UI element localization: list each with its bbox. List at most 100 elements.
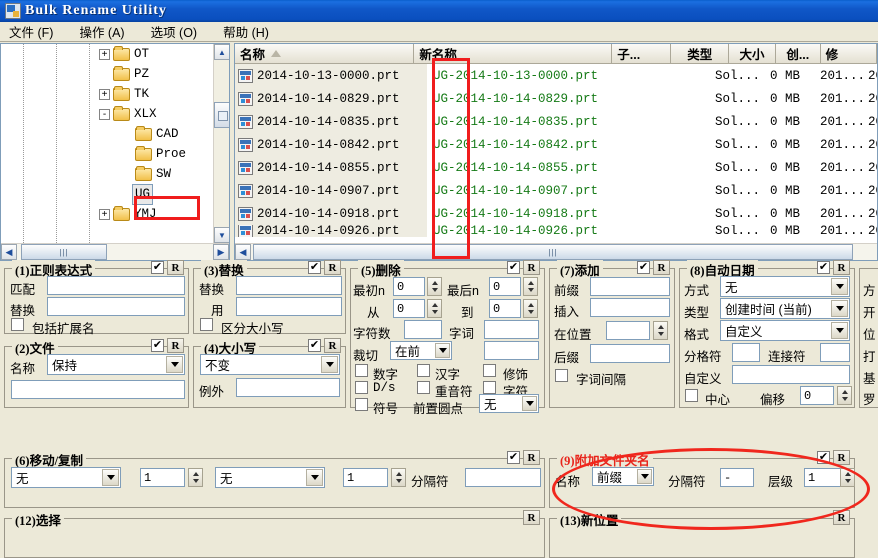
tree-item-ot[interactable]: + OT (1, 44, 213, 64)
symbols-checkbox[interactable] (355, 398, 368, 411)
table-row[interactable]: 2014-10-14-0829.prt UG-2014-10-14-0829.p… (235, 87, 877, 110)
scroll-left-icon[interactable]: ◀ (235, 244, 251, 260)
name-mode-select[interactable]: 保持 (47, 354, 185, 375)
panel-enable-checkbox[interactable]: ✔ (308, 339, 321, 352)
panel-enable-checkbox[interactable]: ✔ (507, 451, 520, 464)
scroll-track[interactable]: ||| (17, 244, 213, 260)
move-separator-input[interactable] (465, 468, 541, 487)
to-stepper[interactable] (523, 299, 538, 318)
panel-reset-button[interactable]: R (523, 450, 540, 465)
scroll-thumb[interactable] (214, 102, 229, 128)
hanzi-checkbox[interactable] (417, 364, 430, 377)
suffix-input[interactable] (590, 344, 670, 363)
table-row[interactable]: 2014-10-14-0918.prt UG-2014-10-14-0918.p… (235, 202, 877, 225)
panel-enable-checkbox[interactable]: ✔ (817, 451, 830, 464)
tree-item-ug[interactable]: UG (1, 183, 213, 205)
table-row[interactable]: 2014-10-14-0842.prt UG-2014-10-14-0842.p… (235, 133, 877, 156)
scroll-down-icon[interactable]: ▼ (214, 227, 229, 243)
panel-enable-checkbox[interactable]: ✔ (637, 261, 650, 274)
at-position-stepper[interactable] (653, 321, 668, 340)
panel-enable-checkbox[interactable]: ✔ (308, 261, 321, 274)
panel-reset-button[interactable]: R (523, 510, 540, 525)
scroll-up-icon[interactable]: ▲ (214, 44, 229, 60)
tree-expander-icon[interactable]: + (99, 208, 110, 220)
menu-item-actions[interactable]: 操作 (A) (76, 21, 127, 42)
scroll-thumb[interactable]: ||| (253, 244, 853, 260)
accents-checkbox[interactable] (417, 381, 430, 394)
date-sep-input[interactable] (732, 343, 760, 362)
match-case-checkbox[interactable] (200, 318, 213, 331)
chevron-down-icon[interactable] (522, 396, 537, 411)
chevron-down-icon[interactable] (321, 356, 338, 373)
with-input[interactable] (236, 297, 342, 316)
column-header-name[interactable]: 名称 (235, 44, 415, 63)
chevron-down-icon[interactable] (637, 469, 652, 484)
insert-input[interactable] (590, 298, 670, 317)
first-n-stepper[interactable] (427, 277, 442, 296)
column-header-sub[interactable]: 子... (612, 44, 672, 63)
scroll-right-icon[interactable]: ▶ (213, 244, 229, 260)
to-input[interactable]: 0 (489, 299, 521, 318)
chars-checkbox[interactable] (483, 381, 496, 394)
move-count1-stepper[interactable] (188, 468, 203, 487)
column-header-type[interactable]: 类型 (671, 44, 730, 63)
panel-reset-button[interactable]: R (653, 260, 670, 275)
crop-value-input[interactable] (484, 341, 539, 360)
scroll-thumb[interactable]: ||| (21, 244, 107, 260)
date-offset-input[interactable]: 0 (800, 386, 834, 405)
panel-reset-button[interactable]: R (167, 260, 184, 275)
tree-item-ymj[interactable]: + YMJ (1, 204, 213, 224)
tree-horizontal-scrollbar[interactable]: ◀ ||| ▶ (1, 243, 229, 260)
tree-item-proe[interactable]: Proe (1, 144, 213, 164)
date-mode-select[interactable]: 无 (720, 276, 850, 297)
word-spacing-checkbox[interactable] (555, 369, 568, 382)
tree-vertical-scrollbar[interactable]: ▲ ▼ (213, 44, 229, 243)
scroll-track[interactable]: ||| (251, 244, 877, 260)
tree-item-xlx[interactable]: - XLX (1, 104, 213, 124)
panel-reset-button[interactable]: R (324, 338, 341, 353)
tree-item-sw[interactable]: SW (1, 164, 213, 184)
file-list-horizontal-scrollbar[interactable]: ◀ ||| (235, 243, 877, 260)
words-input[interactable] (484, 320, 539, 339)
chars-input[interactable] (404, 320, 442, 339)
chevron-down-icon[interactable] (166, 356, 183, 373)
table-row[interactable]: 2014-10-14-0907.prt UG-2014-10-14-0907.p… (235, 179, 877, 202)
table-row[interactable]: 2014-10-13-0000.prt UG-2014-10-13-0000.p… (235, 64, 877, 87)
append-separator-input[interactable]: - (720, 468, 754, 487)
chevron-down-icon[interactable] (435, 343, 450, 358)
case-mode-select[interactable]: 不变 (200, 354, 340, 375)
move-count2-input[interactable]: 1 (343, 468, 388, 487)
date-offset-stepper[interactable] (837, 386, 852, 405)
panel-enable-checkbox[interactable]: ✔ (817, 261, 830, 274)
column-header-newname[interactable]: 新名称 (414, 44, 613, 63)
move-mode1-select[interactable]: 无 (11, 467, 121, 488)
last-n-input[interactable]: 0 (489, 277, 521, 296)
panel-enable-checkbox[interactable]: ✔ (507, 261, 520, 274)
tree-collapse-icon[interactable]: - (99, 108, 110, 120)
table-row[interactable]: 2014-10-14-0835.prt UG-2014-10-14-0835.p… (235, 110, 877, 133)
chevron-down-icon[interactable] (102, 469, 119, 486)
date-center-checkbox[interactable] (685, 389, 698, 402)
panel-reset-button[interactable]: R (833, 260, 850, 275)
file-list-rows[interactable]: 2014-10-13-0000.prt UG-2014-10-13-0000.p… (235, 64, 877, 243)
tree-item-cad[interactable]: CAD (1, 124, 213, 144)
column-header-modified[interactable]: 修 (820, 44, 877, 63)
panel-enable-checkbox[interactable]: ✔ (151, 339, 164, 352)
last-n-stepper[interactable] (523, 277, 538, 296)
date-join-input[interactable] (820, 343, 850, 362)
move-mode2-select[interactable]: 无 (215, 467, 325, 488)
menu-item-file[interactable]: 文件 (F) (6, 21, 56, 42)
name-value-input[interactable] (11, 380, 185, 399)
match-input[interactable] (47, 276, 185, 295)
replace-input[interactable] (236, 276, 342, 295)
tree-item-pz[interactable]: PZ (1, 64, 213, 84)
scroll-left-icon[interactable]: ◀ (1, 244, 17, 260)
at-position-input[interactable] (606, 321, 650, 340)
panel-reset-button[interactable]: R (523, 260, 540, 275)
chevron-down-icon[interactable] (831, 278, 848, 295)
prefix-input[interactable] (590, 277, 670, 296)
from-input[interactable]: 0 (393, 299, 425, 318)
chevron-down-icon[interactable] (831, 300, 848, 317)
column-header-created[interactable]: 创... (775, 44, 821, 63)
except-input[interactable] (236, 378, 340, 397)
